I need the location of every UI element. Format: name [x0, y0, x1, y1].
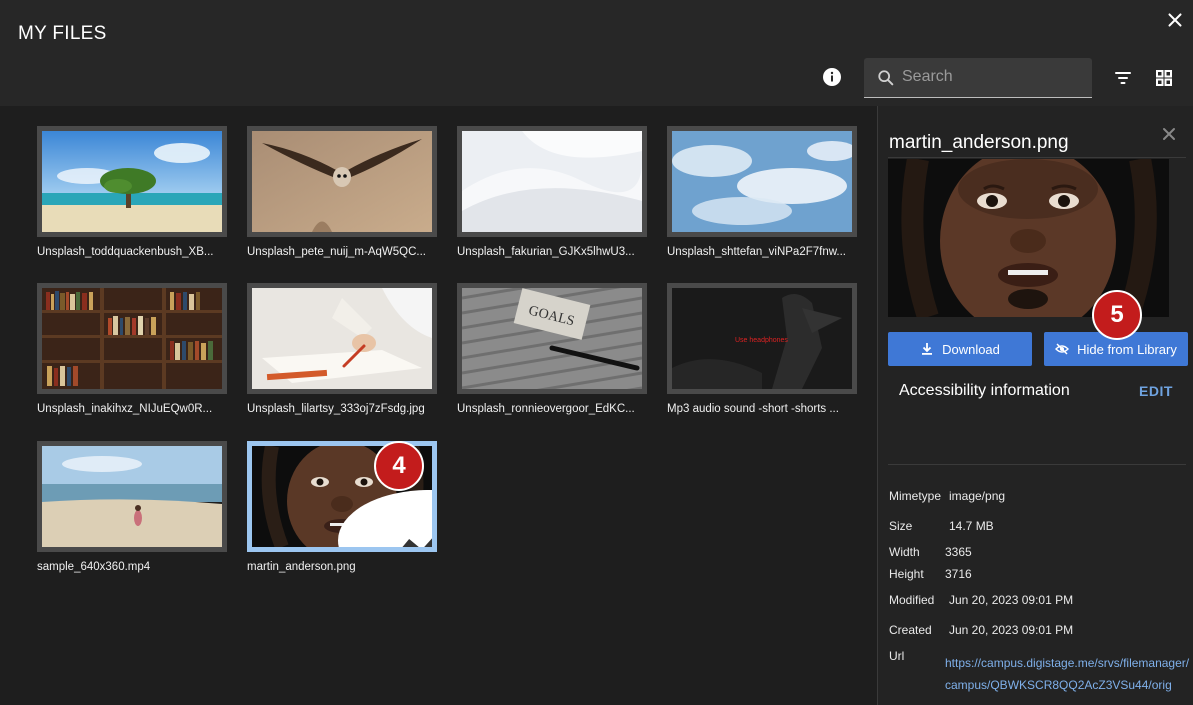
- height-value: 3716: [945, 567, 972, 581]
- eye-off-icon: [1055, 343, 1070, 355]
- close-panel-icon[interactable]: [1161, 126, 1177, 142]
- file-name: Unsplash_shttefan_viNPa2F7fnw...: [667, 246, 846, 258]
- width-label: Width: [889, 545, 920, 559]
- header-bar: MY FILES: [0, 0, 1193, 106]
- size-label: Size: [889, 519, 913, 533]
- modified-value: Jun 20, 2023 09:01 PM: [949, 593, 1074, 607]
- file-name: Unsplash_inakihxz_NIJuEQw0R...: [37, 403, 213, 415]
- file-tile[interactable]: Unsplash_toddquackenbush_XB...: [37, 126, 227, 258]
- details-panel: martin_anderson.png Download Hide from L…: [877, 106, 1193, 705]
- mimetype-label: Mimetype: [889, 489, 942, 503]
- download-icon: [922, 343, 933, 355]
- file-thumbnail: [37, 126, 227, 237]
- file-tile[interactable]: sample_640x360.mp4: [37, 441, 227, 573]
- edit-accessibility-link[interactable]: EDIT: [1139, 383, 1173, 399]
- file-tile[interactable]: Unsplash_inakihxz_NIJuEQw0R...: [37, 283, 227, 415]
- file-tile[interactable]: Unsplash_pete_nuij_m-AqW5QC...: [247, 126, 437, 258]
- details-filename: martin_anderson.png: [889, 132, 1069, 153]
- download-label: Download: [942, 341, 1000, 357]
- height-label: Height: [889, 567, 924, 581]
- file-name: Unsplash_fakurian_GJKx5lhwU3...: [457, 246, 635, 258]
- file-thumbnail: [37, 441, 227, 552]
- accessibility-info-label: Accessibility information: [899, 382, 1070, 399]
- file-tile[interactable]: Unsplash_lilartsy_333oj7zFsdg.jpg: [247, 283, 437, 415]
- file-name: sample_640x360.mp4: [37, 561, 151, 573]
- step-4-badge: 4: [374, 441, 424, 491]
- file-tile[interactable]: Unsplash_fakurian_GJKx5lhwU3...: [457, 126, 647, 258]
- file-tile[interactable]: Use headphones Mp3 audio sound -short -s…: [667, 283, 857, 415]
- created-value: Jun 20, 2023 09:01 PM: [949, 623, 1074, 637]
- file-name: martin_anderson.png: [247, 561, 356, 573]
- file-thumbnail: GOALS: [457, 283, 647, 394]
- file-thumbnail: [247, 126, 437, 237]
- size-value: 14.7 MB: [949, 519, 994, 533]
- divider: [888, 464, 1186, 465]
- grid-view-icon[interactable]: [1154, 68, 1174, 88]
- url-link[interactable]: https://campus.digistage.me/srvs/fileman…: [945, 652, 1190, 696]
- mimetype-value: image/png: [949, 489, 1006, 503]
- search-input[interactable]: [902, 58, 1082, 96]
- file-name: Mp3 audio sound -short -shorts ...: [667, 403, 839, 415]
- file-tile[interactable]: Unsplash_shttefan_viNPa2F7fnw...: [667, 126, 857, 258]
- hide-label: Hide from Library: [1077, 341, 1177, 357]
- step-5-badge: 5: [1092, 290, 1142, 340]
- search-icon: [878, 70, 894, 86]
- filter-icon[interactable]: [1113, 68, 1133, 88]
- file-thumbnail: [667, 126, 857, 237]
- file-name: Unsplash_lilartsy_333oj7zFsdg.jpg: [247, 403, 425, 415]
- file-thumbnail: [37, 283, 227, 394]
- file-thumbnail: [247, 283, 437, 394]
- info-icon[interactable]: [822, 67, 842, 87]
- modified-label: Modified: [889, 593, 935, 607]
- file-tile[interactable]: GOALS Unsplash_ronnieovergoor_EdKC...: [457, 283, 647, 415]
- file-name: Unsplash_toddquackenbush_XB...: [37, 246, 214, 258]
- download-button[interactable]: Download: [888, 332, 1032, 366]
- file-thumbnail: [457, 126, 647, 237]
- mp3-overlay-text: Use headphones: [735, 337, 788, 344]
- file-grid: Unsplash_toddquackenbush_XB... Unsplash_…: [0, 106, 877, 705]
- width-value: 3365: [945, 545, 972, 559]
- search-field[interactable]: [864, 58, 1092, 98]
- close-icon[interactable]: [1164, 9, 1186, 31]
- file-thumbnail: Use headphones: [667, 283, 857, 394]
- file-name: Unsplash_pete_nuij_m-AqW5QC...: [247, 246, 426, 258]
- url-label: Url: [889, 649, 905, 663]
- page-title: MY FILES: [18, 23, 107, 44]
- divider: [888, 157, 1186, 158]
- file-name: Unsplash_ronnieovergoor_EdKC...: [457, 403, 635, 415]
- created-label: Created: [889, 623, 932, 637]
